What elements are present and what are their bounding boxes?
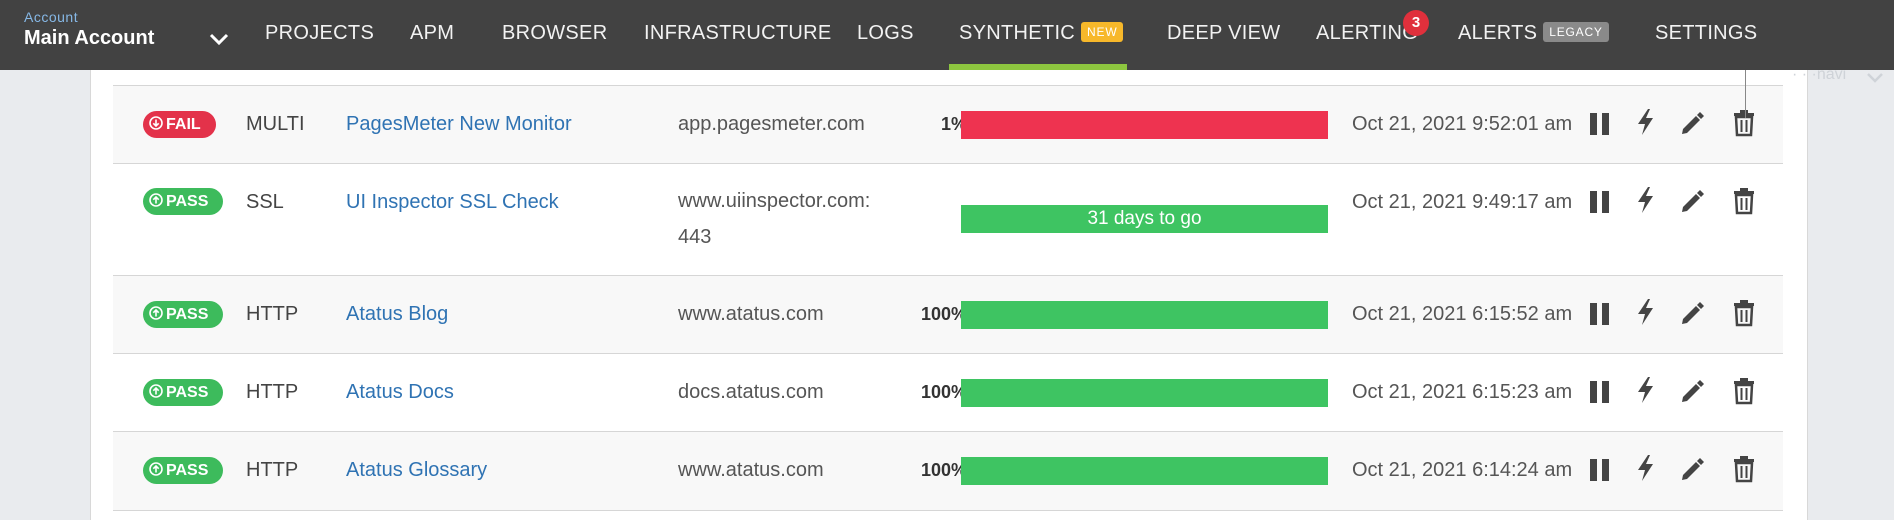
bolt-icon[interactable]: [1633, 454, 1659, 482]
alerting-count-badge: 3: [1403, 10, 1429, 36]
monitor-type: HTTP: [246, 381, 299, 403]
monitor-url-line: 443: [678, 226, 712, 248]
arrow-up-circle-icon: [149, 383, 163, 398]
tooltip-pointer-line: [1745, 70, 1746, 118]
monitor-url: www.atatus.com: [678, 459, 824, 481]
legacy-tag: LEGACY: [1543, 21, 1609, 42]
monitor-url: www.atatus.com: [678, 303, 824, 325]
table-row: PASS SSL UI Inspector SSL Check www.uiin…: [113, 163, 1783, 276]
trash-icon[interactable]: [1731, 187, 1757, 215]
chevron-down-icon[interactable]: [208, 32, 230, 46]
uptime-bar: [961, 301, 1328, 329]
nav-alerts-legacy[interactable]: ALERTS LEGACY: [1458, 0, 1609, 70]
last-check-time: Oct 21, 2021 6:15:23 am: [1352, 381, 1573, 403]
monitor-name-link[interactable]: Atatus Blog: [346, 303, 448, 326]
pause-icon[interactable]: [1587, 300, 1613, 328]
monitor-type: MULTI: [246, 113, 305, 135]
pause-icon[interactable]: [1587, 188, 1613, 216]
uptime-bar: [961, 379, 1328, 407]
uptime-percent: 1%: [940, 114, 967, 134]
last-check-time: Oct 21, 2021 9:49:17 am: [1352, 191, 1573, 213]
monitor-url: www.uiinspector.com: 443: [678, 183, 870, 255]
pencil-icon[interactable]: [1679, 377, 1705, 405]
monitor-type: HTTP: [246, 459, 299, 481]
nav-browser[interactable]: BROWSER: [502, 0, 607, 70]
nav-settings[interactable]: SETTINGS: [1655, 0, 1757, 70]
monitor-url: docs.atatus.com: [678, 381, 824, 403]
trash-icon[interactable]: [1731, 299, 1757, 327]
top-nav: Account Main Account PROJECTS APM BROWSE…: [0, 0, 1894, 70]
ssl-expiry-bar: 31 days to go: [961, 205, 1328, 233]
nav-synthetic[interactable]: SYNTHETIC NEW: [949, 0, 1127, 70]
pause-icon[interactable]: [1587, 378, 1613, 406]
arrow-up-circle-icon: [149, 192, 163, 207]
nav-deep-view[interactable]: DEEP VIEW: [1167, 0, 1280, 70]
pause-icon[interactable]: [1587, 456, 1613, 484]
trash-icon[interactable]: [1731, 377, 1757, 405]
monitor-type: SSL: [246, 191, 284, 213]
uptime-bar: [961, 111, 1328, 139]
pause-icon[interactable]: [1587, 110, 1613, 138]
table-row: FAIL MULTI PagesMeter New Monitor app.pa…: [113, 85, 1783, 164]
uptime-percent: 100%: [920, 304, 967, 324]
bolt-icon[interactable]: [1633, 376, 1659, 404]
table-row: PASS HTTP Atatus Docs docs.atatus.com 10…: [113, 353, 1783, 432]
bolt-icon[interactable]: [1633, 108, 1659, 136]
last-check-time: Oct 21, 2021 6:15:52 am: [1352, 303, 1573, 325]
monitor-url: app.pagesmeter.com: [678, 113, 865, 135]
status-badge: FAIL: [143, 111, 216, 138]
nav-infrastructure[interactable]: INFRASTRUCTURE: [644, 0, 832, 70]
monitor-name-link[interactable]: Atatus Glossary: [346, 459, 487, 482]
nav-projects[interactable]: PROJECTS: [265, 0, 374, 70]
account-label: Account: [24, 9, 79, 25]
account-switcher[interactable]: Account Main Account: [24, 8, 229, 50]
monitor-name-link[interactable]: Atatus Docs: [346, 381, 454, 404]
pencil-icon[interactable]: [1679, 187, 1705, 215]
nav-logs[interactable]: LOGS: [857, 0, 914, 70]
uptime-percent: 100%: [920, 382, 967, 402]
uptime-bar: [961, 457, 1328, 485]
uptime-percent: 100%: [920, 460, 967, 480]
nav-alerting[interactable]: ALERTING: [1316, 0, 1418, 70]
account-name: Main Account: [24, 27, 155, 49]
chevron-down-icon[interactable]: [1866, 72, 1884, 84]
arrow-down-circle-icon: [149, 115, 163, 130]
status-badge: PASS: [143, 379, 223, 406]
status-badge: PASS: [143, 457, 223, 484]
nav-apm[interactable]: APM: [410, 0, 454, 70]
new-tag: NEW: [1081, 21, 1124, 42]
status-badge: PASS: [143, 301, 223, 328]
monitor-name-link[interactable]: PagesMeter New Monitor: [346, 113, 572, 136]
status-badge: PASS: [143, 188, 223, 215]
pencil-icon[interactable]: [1679, 299, 1705, 327]
last-check-time: Oct 21, 2021 6:14:24 am: [1352, 459, 1573, 481]
trash-icon[interactable]: [1731, 455, 1757, 483]
last-check-time: Oct 21, 2021 9:52:01 am: [1352, 113, 1573, 135]
table-row: PASS HTTP Atatus Blog www.atatus.com 100…: [113, 275, 1783, 354]
pencil-icon[interactable]: [1679, 109, 1705, 137]
pencil-icon[interactable]: [1679, 455, 1705, 483]
bolt-icon[interactable]: [1633, 298, 1659, 326]
monitor-type: HTTP: [246, 303, 299, 325]
table-row: PASS HTTP Atatus Glossary www.atatus.com…: [113, 431, 1783, 511]
trash-icon[interactable]: [1731, 109, 1757, 137]
bolt-icon[interactable]: [1633, 186, 1659, 214]
monitor-name-link[interactable]: UI Inspector SSL Check: [346, 191, 559, 214]
arrow-up-circle-icon: [149, 305, 163, 320]
arrow-up-circle-icon: [149, 461, 163, 476]
monitor-url-line: www.uiinspector.com:: [678, 190, 871, 212]
